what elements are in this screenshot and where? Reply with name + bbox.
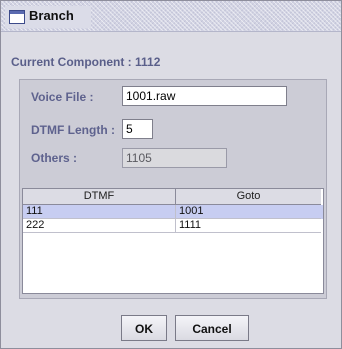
current-component-label: Current Component : 1112 <box>11 55 161 69</box>
cell-dtmf: 111 <box>23 205 176 219</box>
voice-file-label: Voice File : <box>31 90 94 104</box>
window-icon <box>9 10 25 24</box>
table-row[interactable]: 222 1111 <box>23 219 323 233</box>
table-header: DTMF Goto <box>23 189 323 205</box>
column-header-dtmf[interactable]: DTMF <box>23 189 176 205</box>
cell-goto: 1111 <box>176 219 321 233</box>
cell-dtmf: 222 <box>23 219 176 233</box>
others-field <box>122 148 227 168</box>
window-title: Branch <box>29 8 74 23</box>
title-bar[interactable]: Branch <box>1 1 341 32</box>
others-label: Others : <box>31 151 78 165</box>
column-header-goto[interactable]: Goto <box>176 189 321 205</box>
ok-button[interactable]: OK <box>121 315 167 341</box>
cell-goto: 1001 <box>176 205 321 219</box>
voice-file-input[interactable] <box>122 86 287 106</box>
table-row[interactable]: 111 1001 <box>23 205 323 219</box>
dtmf-goto-table[interactable]: DTMF Goto 111 1001 222 1111 <box>22 188 324 294</box>
title-plate: Branch <box>5 6 91 28</box>
branch-form-panel: Voice File : DTMF Length : Others : DTMF… <box>19 79 327 299</box>
branch-dialog: Branch Current Component : 1112 Voice Fi… <box>0 0 342 349</box>
dtmf-length-input[interactable] <box>122 119 153 139</box>
dtmf-length-label: DTMF Length : <box>31 123 115 137</box>
cancel-button[interactable]: Cancel <box>175 315 249 341</box>
